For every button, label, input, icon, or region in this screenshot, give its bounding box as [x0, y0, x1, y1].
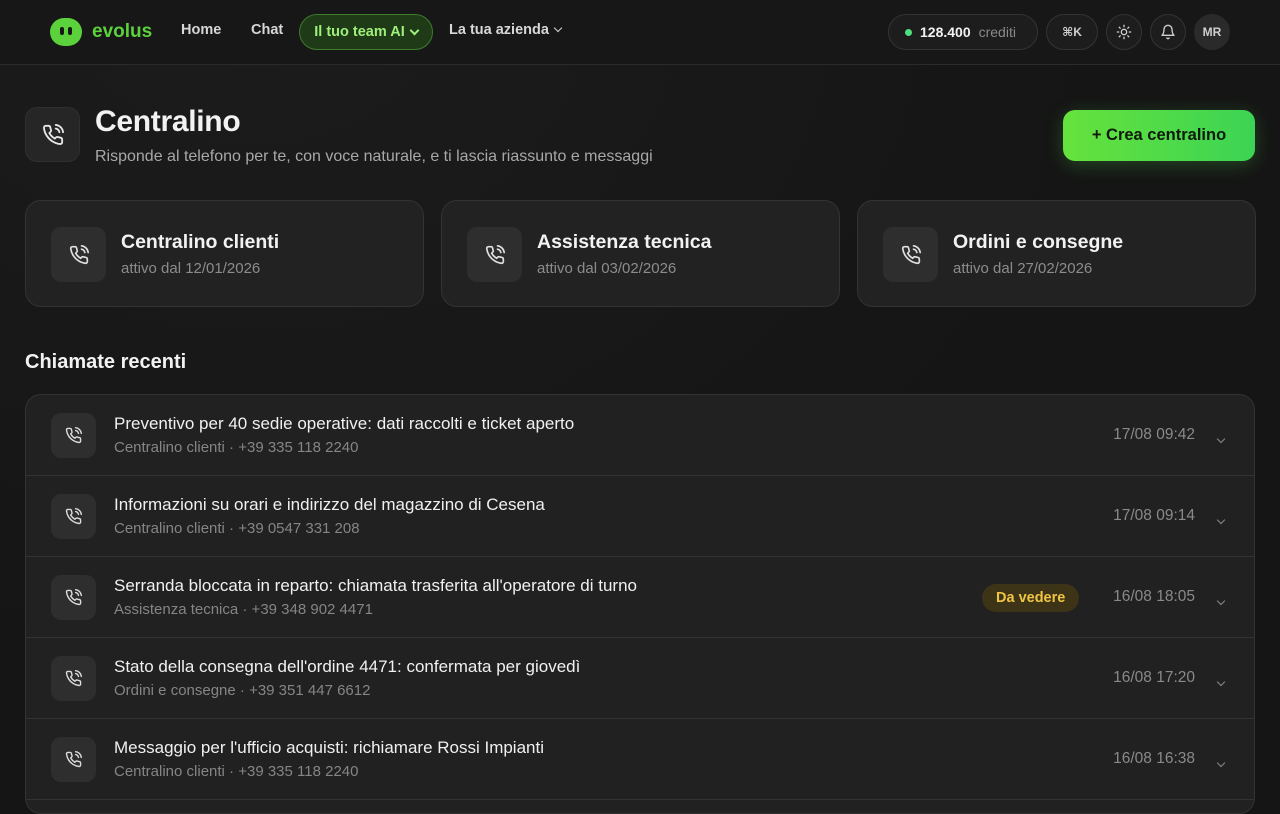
expand-chevron-icon[interactable]	[1216, 672, 1226, 690]
call-time: 16/08 18:05	[1113, 588, 1195, 605]
call-row[interactable]: Serranda bloccata in reparto: chiamata t…	[26, 557, 1254, 638]
call-time: 16/08 16:38	[1113, 750, 1195, 767]
nav-team-dropdown[interactable]: Il tuo team AI	[299, 14, 433, 50]
nav-team-label: Il tuo team AI	[314, 24, 405, 40]
nav-company-dropdown[interactable]: La tua azienda	[449, 22, 563, 38]
shortcut-label: ⌘K	[1062, 25, 1082, 39]
phone-icon	[51, 494, 96, 539]
expand-chevron-icon[interactable]	[1216, 510, 1226, 528]
status-badge: Da vedere	[982, 584, 1080, 612]
line-card-title: Ordini e consegne	[953, 231, 1124, 253]
brand-logo[interactable]: evolus	[50, 18, 152, 46]
expand-chevron-icon[interactable]	[1216, 591, 1226, 609]
user-avatar[interactable]: MR	[1194, 14, 1230, 50]
call-row[interactable]: Stato della consegna dell'ordine 4471: c…	[26, 638, 1254, 719]
nav-home-link[interactable]: Home	[181, 22, 221, 38]
call-time: 17/08 09:14	[1113, 507, 1195, 524]
line-card[interactable]: Ordini e consegne attivo dal 27/02/2026	[857, 200, 1256, 307]
logo-mark-icon	[50, 18, 82, 46]
nav-company-label: La tua azienda	[449, 22, 549, 38]
call-row[interactable]: Informazioni su orari e indirizzo del ma…	[26, 476, 1254, 557]
call-meta: Ordini e consegne · +39 351 447 6612	[114, 682, 371, 699]
chevron-down-icon	[409, 25, 420, 35]
avatar-initials: MR	[1202, 25, 1222, 39]
notifications-button[interactable]	[1150, 14, 1186, 50]
nav-chat-link[interactable]: Chat	[251, 22, 283, 38]
call-meta: Assistenza tecnica · +39 348 902 4471	[114, 601, 373, 618]
command-palette-button[interactable]: ⌘K	[1046, 14, 1098, 50]
page-subtitle: Risponde al telefono per te, con voce na…	[95, 148, 653, 165]
credits-label: crediti	[978, 24, 1016, 40]
sun-icon	[1116, 24, 1132, 40]
line-card[interactable]: Assistenza tecnica attivo dal 03/02/2026	[441, 200, 840, 307]
top-navbar: evolus Home Chat Il tuo team AI La tua a…	[0, 0, 1280, 65]
phone-icon	[51, 413, 96, 458]
call-title: Informazioni su orari e indirizzo del ma…	[114, 495, 545, 514]
line-card[interactable]: Centralino clienti attivo dal 12/01/2026	[25, 200, 424, 307]
phone-icon	[42, 123, 64, 145]
phone-icon	[51, 737, 96, 782]
recent-calls-title: Chiamate recenti	[25, 351, 187, 373]
credits-badge[interactable]: 128.400 crediti	[888, 14, 1038, 50]
call-title: Preventivo per 40 sedie operative: dati …	[114, 414, 575, 433]
status-dot-icon	[905, 28, 912, 36]
theme-toggle-button[interactable]	[1106, 14, 1142, 50]
call-time: 16/08 17:20	[1113, 669, 1195, 686]
line-card-since: attivo dal 12/01/2026	[121, 260, 261, 277]
phone-icon	[467, 227, 522, 282]
phone-icon	[883, 227, 938, 282]
expand-chevron-icon[interactable]	[1216, 429, 1226, 447]
page-phone-icon	[25, 107, 80, 162]
call-title: Stato della consegna dell'ordine 4471: c…	[114, 657, 581, 676]
line-card-title: Assistenza tecnica	[537, 231, 712, 253]
call-meta: Centralino clienti · +39 335 118 2240	[114, 763, 359, 780]
phone-icon	[51, 575, 96, 620]
call-time: 17/08 09:42	[1113, 426, 1195, 443]
recent-calls-list: Preventivo per 40 sedie operative: dati …	[25, 394, 1255, 814]
call-row[interactable]: Preventivo per 40 sedie operative: dati …	[26, 395, 1254, 476]
line-card-title: Centralino clienti	[121, 231, 280, 253]
call-meta: Centralino clienti · +39 0547 331 208	[114, 520, 360, 537]
create-switchboard-button[interactable]: + Crea centralino	[1063, 110, 1255, 161]
call-title: Messaggio per l'ufficio acquisti: richia…	[114, 738, 544, 757]
bell-icon	[1161, 24, 1175, 40]
expand-chevron-icon[interactable]	[1216, 753, 1226, 771]
phone-icon	[51, 656, 96, 701]
credits-value: 128.400	[920, 24, 971, 40]
line-card-since: attivo dal 03/02/2026	[537, 260, 677, 277]
call-meta: Centralino clienti · +39 335 118 2240	[114, 439, 359, 456]
call-title: Serranda bloccata in reparto: chiamata t…	[114, 576, 637, 595]
chevron-down-icon	[553, 23, 563, 33]
phone-icon	[51, 227, 106, 282]
brand-name: evolus	[92, 21, 153, 42]
call-row[interactable]: Messaggio per l'ufficio acquisti: richia…	[26, 719, 1254, 800]
page-title: Centralino	[95, 105, 241, 138]
line-card-since: attivo dal 27/02/2026	[953, 260, 1093, 277]
